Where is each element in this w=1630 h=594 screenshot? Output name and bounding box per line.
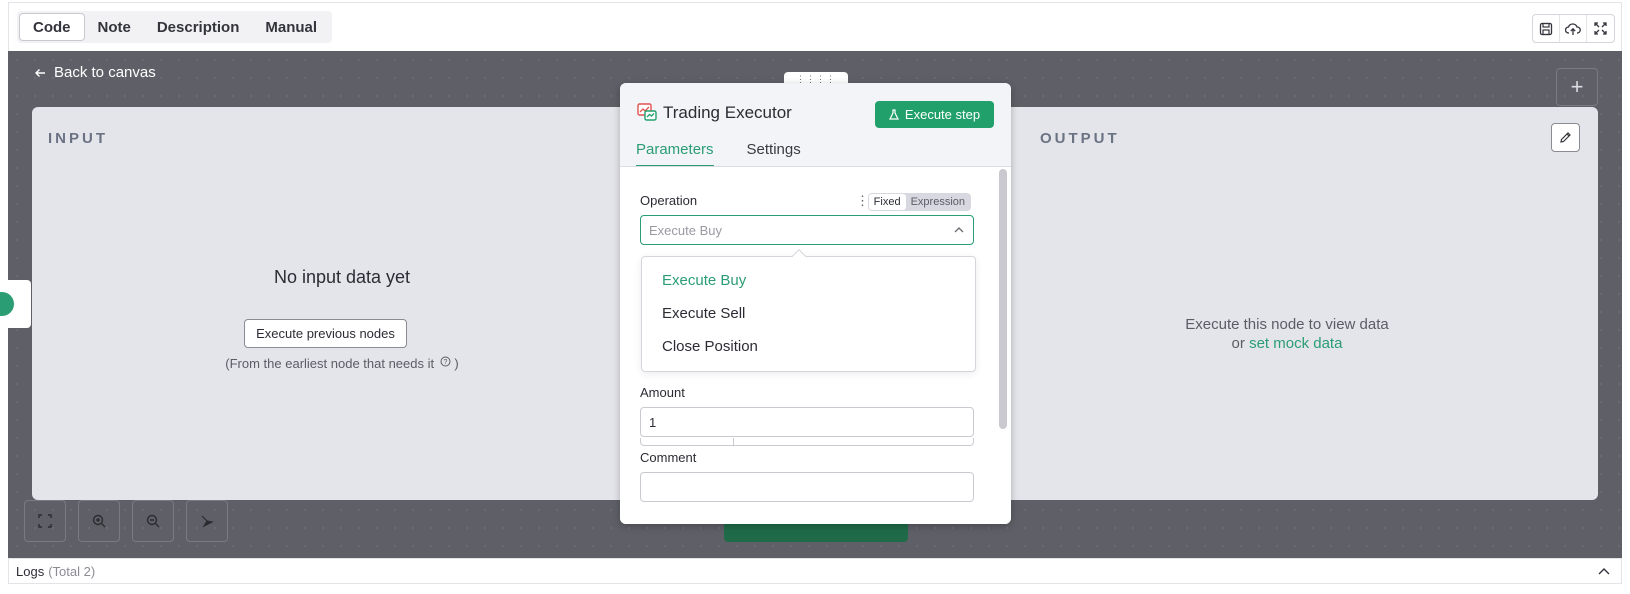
zoom-out-button[interactable] xyxy=(132,500,174,542)
zoom-in-button[interactable] xyxy=(78,500,120,542)
cloud-upload-icon[interactable] xyxy=(1560,15,1587,42)
comment-input[interactable] xyxy=(640,472,974,502)
tab-settings[interactable]: Settings xyxy=(747,141,801,167)
top-bar: Code Note Description Manual xyxy=(8,2,1622,51)
set-mock-data-link[interactable]: set mock data xyxy=(1249,335,1342,352)
tab-parameters[interactable]: Parameters xyxy=(636,141,714,167)
tab-code[interactable]: Code xyxy=(19,13,85,41)
no-input-title: No input data yet xyxy=(273,267,411,287)
fixed-expression-toggle: Fixed Expression xyxy=(867,193,971,211)
logs-label: Logs xyxy=(16,563,45,579)
save-icon[interactable] xyxy=(1533,15,1560,42)
left-panel-handle[interactable] xyxy=(0,280,31,328)
execute-previous-nodes-button[interactable]: Execute previous nodes xyxy=(244,319,407,348)
parameters-scrollbar[interactable] xyxy=(999,169,1007,429)
output-or-text: or xyxy=(1231,335,1245,352)
back-to-canvas-label: Back to canvas xyxy=(54,64,156,81)
expression-toggle[interactable]: Expression xyxy=(906,194,970,210)
zoom-to-fit-button[interactable] xyxy=(24,500,66,542)
tab-note[interactable]: Note xyxy=(85,13,144,41)
zoom-out-icon xyxy=(146,514,160,528)
logs-count: (Total 2) xyxy=(48,563,96,579)
edit-output-button[interactable] xyxy=(1551,123,1580,152)
fixed-toggle[interactable]: Fixed xyxy=(868,194,906,210)
earliest-node-hint-end: ) xyxy=(454,356,459,371)
operation-select-placeholder: Execute Buy xyxy=(649,222,722,238)
flask-icon xyxy=(888,109,899,120)
view-tabs: Code Note Description Manual xyxy=(17,11,333,43)
add-node-button[interactable]: + xyxy=(1556,68,1598,106)
comment-label: Comment xyxy=(640,450,697,465)
operation-dropdown: Execute Buy Execute Sell Close Position xyxy=(641,248,976,372)
chevron-up-icon xyxy=(954,227,964,233)
arrow-left-icon xyxy=(35,68,45,77)
trading-node-icon xyxy=(637,103,657,121)
earliest-node-hint: (From the earliest node that needs it ? … xyxy=(32,356,652,371)
amount-input[interactable]: 1 xyxy=(640,407,974,437)
output-empty-message: Execute this node to view data or set mo… xyxy=(1132,315,1442,353)
zoom-controls xyxy=(24,500,228,542)
operation-label: Operation xyxy=(640,193,698,208)
connector-dot-icon xyxy=(0,292,14,316)
chevron-up-icon[interactable] xyxy=(1597,565,1611,577)
operation-select[interactable]: Execute Buy xyxy=(640,215,974,245)
dropdown-option-close-position[interactable]: Close Position xyxy=(662,338,758,355)
execute-step-button[interactable]: Execute step xyxy=(875,101,994,128)
zoom-in-icon xyxy=(92,514,106,528)
tab-description[interactable]: Description xyxy=(144,13,253,41)
input-panel-label: INPUT xyxy=(48,130,108,147)
amount-label: Amount xyxy=(640,385,685,400)
hidden-field-under-dropdown xyxy=(640,438,974,446)
parameter-panel-header: Trading Executor Execute step Parameters… xyxy=(620,83,1011,167)
earliest-node-hint-text: (From the earliest node that needs it xyxy=(225,356,435,371)
help-circle-icon[interactable]: ? xyxy=(440,356,451,367)
svg-text:?: ? xyxy=(443,359,447,366)
node-tabs: Parameters Settings xyxy=(636,141,801,167)
tab-manual[interactable]: Manual xyxy=(252,13,330,41)
dropdown-option-execute-sell[interactable]: Execute Sell xyxy=(662,305,745,322)
output-message-line: Execute this node to view data xyxy=(1185,316,1389,333)
logs-bar[interactable]: Logs (Total 2) xyxy=(8,558,1622,584)
tidy-up-button[interactable] xyxy=(186,500,228,542)
node-title[interactable]: Trading Executor xyxy=(663,103,792,123)
fit-view-icon xyxy=(38,514,52,528)
execute-step-label: Execute step xyxy=(904,107,981,122)
broom-icon xyxy=(201,515,214,528)
toolbar-icons xyxy=(1532,14,1615,43)
dropdown-option-execute-buy[interactable]: Execute Buy xyxy=(662,272,746,289)
back-to-canvas-link[interactable]: Back to canvas xyxy=(34,64,156,81)
output-panel-label: OUTPUT xyxy=(1040,130,1120,147)
plus-icon: + xyxy=(1570,74,1584,99)
pencil-icon xyxy=(1560,132,1571,143)
fullscreen-icon[interactable] xyxy=(1587,15,1614,42)
